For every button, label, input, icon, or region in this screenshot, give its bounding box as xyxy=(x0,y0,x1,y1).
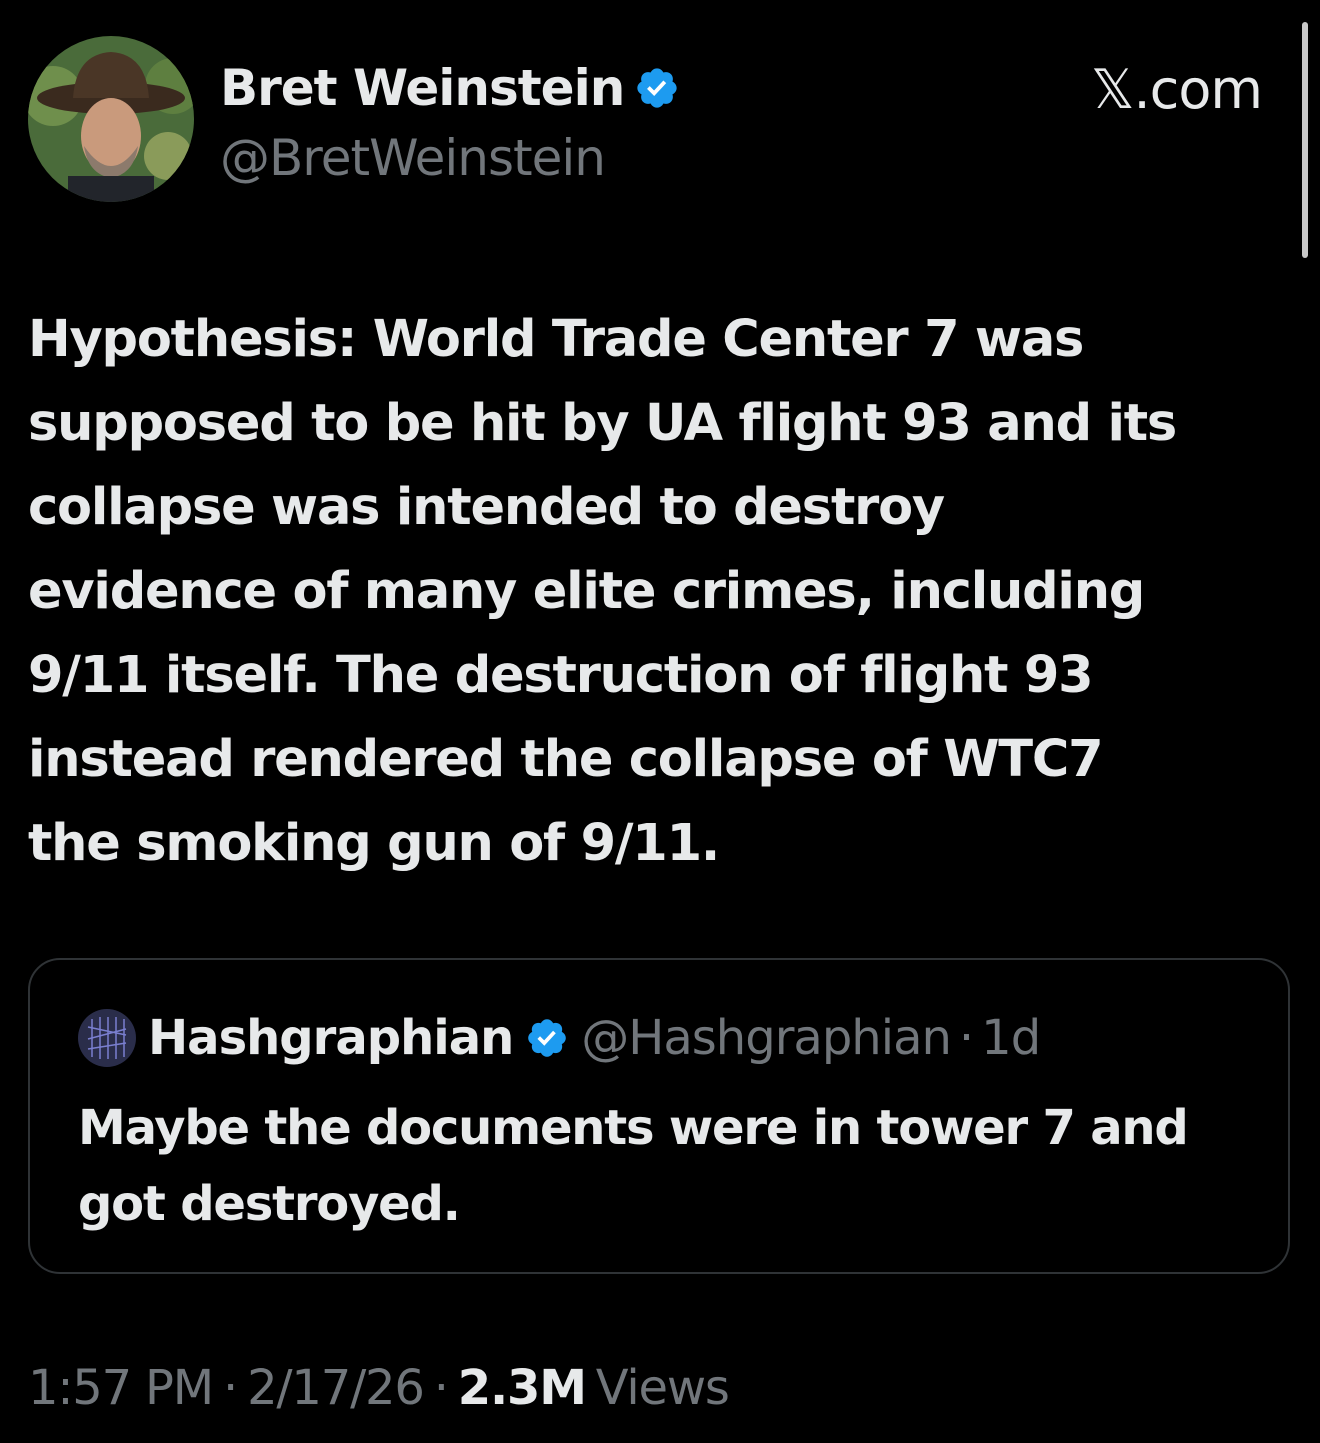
quote-author-handle[interactable]: @Hashgraphian xyxy=(581,1010,952,1066)
separator-dot: · xyxy=(958,1010,974,1066)
tweet-date[interactable]: 2/17/26 xyxy=(247,1360,425,1416)
scrollbar[interactable] xyxy=(1302,22,1308,258)
separator-dot: · xyxy=(433,1360,449,1416)
site-label: 𝕏.com xyxy=(1090,58,1263,121)
views-count[interactable]: 2.3M xyxy=(458,1360,587,1416)
quote-author-name[interactable]: Hashgraphian xyxy=(148,1010,514,1066)
views-label: Views xyxy=(595,1360,730,1416)
quote-text: Maybe the documents were in tower 7 and … xyxy=(78,1100,1189,1232)
author-name[interactable]: Bret Weinstein xyxy=(220,59,625,117)
quote-tweet-card[interactable]: Hashgraphian @Hashgraphian · 1d Maybe th… xyxy=(28,958,1290,1274)
author-name-row[interactable]: Bret Weinstein xyxy=(220,58,680,118)
tweet-footer: 1:57 PM · 2/17/26 · 2.3M Views xyxy=(28,1356,730,1420)
separator-dot: · xyxy=(223,1360,238,1416)
quote-header: Hashgraphian @Hashgraphian · 1d xyxy=(78,1008,1041,1068)
verified-badge-icon xyxy=(528,1019,567,1057)
verified-badge-icon xyxy=(637,68,677,108)
tweet-time[interactable]: 1:57 PM xyxy=(28,1360,214,1416)
quote-avatar[interactable] xyxy=(78,1009,136,1067)
author-handle[interactable]: @BretWeinstein xyxy=(220,128,606,188)
author-avatar[interactable] xyxy=(28,36,194,202)
quote-meta: @Hashgraphian · 1d xyxy=(581,1010,1041,1066)
quote-timestamp[interactable]: 1d xyxy=(981,1010,1041,1066)
tweet-text: Hypothesis: World Trade Center 7 was sup… xyxy=(28,310,1177,873)
